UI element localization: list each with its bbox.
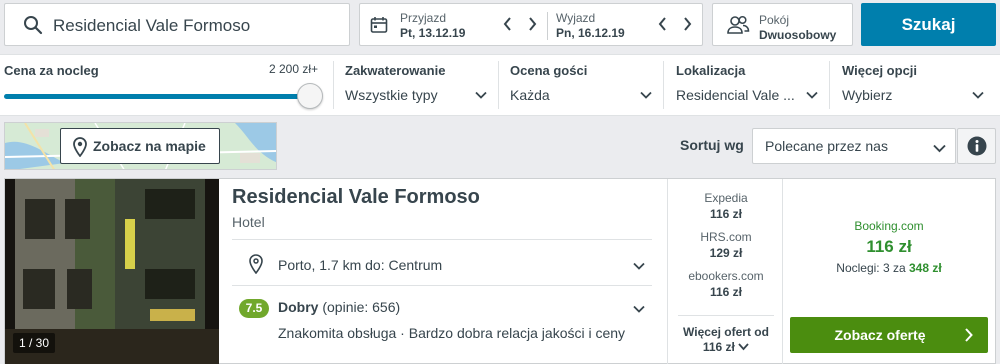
divider bbox=[232, 285, 652, 286]
date-picker[interactable]: Przyjazd Pt, 13.12.19 Wyjazd Pn, 16.12.1… bbox=[359, 3, 703, 46]
filter-bar: Cena za nocleg 2 200 zł+ Zakwaterowanie … bbox=[0, 54, 1000, 116]
calendar-icon bbox=[370, 16, 388, 39]
rooms-selector[interactable]: Pokój Dwuosobowy bbox=[712, 3, 853, 46]
search-icon bbox=[23, 15, 43, 40]
map-pin-icon bbox=[73, 137, 87, 162]
sort-info-button[interactable] bbox=[957, 128, 996, 164]
offer-item[interactable]: Expedia 116 zł bbox=[668, 191, 784, 221]
checkout-field[interactable]: Wyjazd Pn, 16.12.19 bbox=[548, 4, 704, 45]
hotel-type: Hotel bbox=[232, 214, 265, 230]
accommodation-value: Wszystkie typy bbox=[345, 87, 438, 103]
view-deal-button[interactable]: Zobacz ofertę bbox=[790, 317, 988, 353]
show-map-button[interactable]: Zobacz na mapie bbox=[60, 128, 220, 164]
sort-label: Sortuj wg bbox=[680, 137, 744, 153]
price-slider-track[interactable] bbox=[4, 94, 304, 99]
other-offers: Expedia 116 zł HRS.com 129 zł ebookers.c… bbox=[667, 179, 783, 364]
location-value: Residencial Vale ... bbox=[676, 87, 795, 103]
accommodation-filter[interactable]: Zakwaterowanie Wszystkie typy bbox=[334, 55, 498, 115]
price-slider-handle[interactable] bbox=[297, 83, 323, 109]
best-offer-provider[interactable]: Booking.com bbox=[783, 219, 995, 233]
best-offer-price[interactable]: 116 zł bbox=[783, 237, 995, 257]
offer-item[interactable]: ebookers.com 116 zł bbox=[668, 269, 784, 299]
rating-label: Dobry bbox=[278, 299, 319, 315]
offer-provider: HRS.com bbox=[700, 230, 752, 244]
offer-price: 116 zł bbox=[709, 285, 743, 299]
accommodation-title: Zakwaterowanie bbox=[345, 63, 446, 78]
more-offers-price: 116 zł bbox=[702, 340, 735, 354]
offer-item[interactable]: HRS.com 129 zł bbox=[668, 230, 784, 260]
info-icon bbox=[967, 136, 987, 161]
sort-value: Polecane przez nas bbox=[765, 138, 888, 154]
hotel-name[interactable]: Residencial Vale Formoso bbox=[232, 186, 480, 209]
view-deal-label: Zobacz ofertę bbox=[834, 327, 926, 343]
checkout-label: Wyjazd bbox=[556, 11, 596, 25]
price-filter[interactable]: Cena za nocleg 2 200 zł+ bbox=[0, 55, 333, 115]
show-map-label: Zobacz na mapie bbox=[93, 138, 206, 154]
price-filter-title: Cena za nocleg bbox=[4, 63, 99, 78]
rating-title: Ocena gości bbox=[510, 63, 588, 78]
search-button[interactable]: Szukaj bbox=[861, 3, 996, 46]
checkin-arrows[interactable] bbox=[503, 16, 537, 37]
more-options-title: Więcej opcji bbox=[842, 63, 918, 78]
rating-summary: Znakomita obsługa · Bardzo dobra relacja… bbox=[278, 325, 626, 341]
users-icon bbox=[726, 15, 750, 40]
hotel-photo[interactable]: 1 / 30 bbox=[5, 179, 219, 364]
more-options-filter[interactable]: Więcej opcji Wybierz bbox=[830, 55, 998, 115]
location-pin-icon bbox=[249, 254, 263, 279]
photo-counter: 1 / 30 bbox=[13, 333, 56, 353]
rating-text[interactable]: Dobry (opinie: 656) bbox=[278, 299, 400, 315]
rating-value: Każda bbox=[510, 87, 550, 103]
checkin-field[interactable]: Przyjazd Pt, 13.12.19 bbox=[360, 4, 547, 45]
search-input[interactable]: Residencial Vale Formoso bbox=[53, 16, 250, 36]
rating-reviews: (opinie: 656) bbox=[322, 299, 401, 315]
chevron-down-icon bbox=[640, 88, 652, 106]
divider bbox=[232, 239, 652, 240]
sort-dropdown[interactable]: Polecane przez nas bbox=[752, 128, 956, 164]
rating-badge: 7.5 bbox=[239, 299, 269, 318]
chevron-right-icon bbox=[964, 328, 973, 345]
offer-price: 116 zł bbox=[709, 207, 743, 221]
divider bbox=[678, 315, 774, 316]
chevron-down-icon bbox=[738, 340, 749, 354]
offer-provider: ebookers.com bbox=[688, 269, 764, 283]
chevron-down-icon[interactable] bbox=[633, 302, 645, 320]
checkout-value: Pn, 16.12.19 bbox=[556, 26, 625, 40]
rooms-value: Dwuosobowy bbox=[759, 28, 837, 42]
chevron-down-icon bbox=[933, 141, 946, 159]
rating-filter[interactable]: Ocena gości Każda bbox=[499, 55, 663, 115]
hotel-location[interactable]: Porto, 1.7 km do: Centrum bbox=[278, 257, 442, 273]
location-title: Lokalizacja bbox=[676, 63, 746, 78]
chevron-down-icon bbox=[972, 88, 984, 106]
checkin-value: Pt, 13.12.19 bbox=[400, 26, 466, 40]
checkout-arrows[interactable] bbox=[658, 16, 692, 37]
nights-total: 348 zł bbox=[909, 261, 942, 275]
chevron-down-icon[interactable] bbox=[633, 259, 645, 277]
price-max: 2 200 zł+ bbox=[269, 62, 319, 76]
chevron-down-icon bbox=[475, 88, 487, 106]
more-options-value: Wybierz bbox=[842, 87, 893, 103]
more-offers-label: Więcej ofert od bbox=[683, 325, 769, 339]
search-box[interactable]: Residencial Vale Formoso bbox=[4, 3, 350, 46]
more-offers-button[interactable]: Więcej ofert od 116 zł bbox=[668, 325, 784, 355]
nights-prefix: Noclegi: 3 za bbox=[836, 261, 906, 275]
offer-provider: Expedia bbox=[704, 191, 748, 205]
best-offer: Booking.com 116 zł Noclegi: 3 za 348 zł … bbox=[783, 179, 995, 364]
rooms-label: Pokój bbox=[759, 13, 790, 27]
best-offer-nights: Noclegi: 3 za 348 zł bbox=[783, 261, 995, 275]
hotel-card: 1 / 30 Residencial Vale Formoso Hotel Po… bbox=[4, 178, 996, 364]
chevron-down-icon bbox=[806, 88, 818, 106]
location-filter[interactable]: Lokalizacja Residencial Vale ... bbox=[664, 55, 828, 115]
checkin-label: Przyjazd bbox=[400, 11, 447, 25]
offer-price: 129 zł bbox=[709, 246, 743, 260]
